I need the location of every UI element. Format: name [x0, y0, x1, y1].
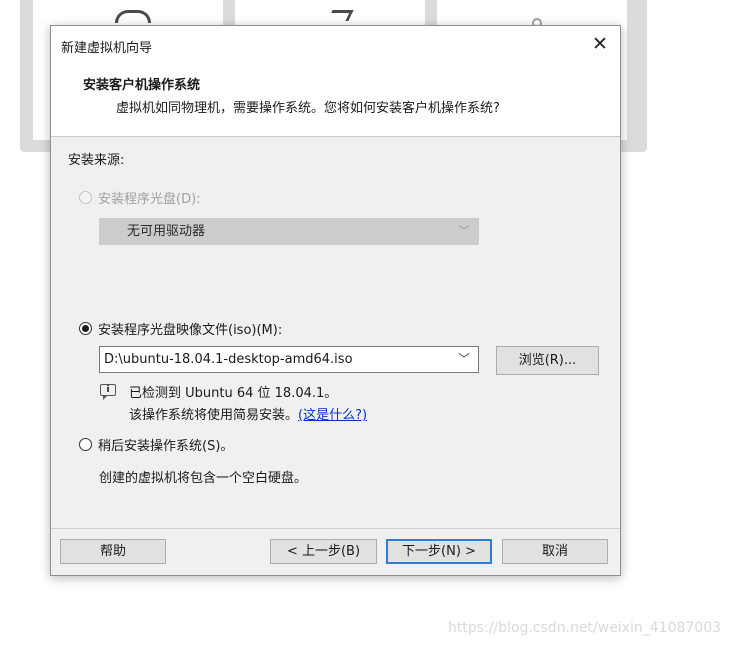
chevron-down-icon: ﹀	[457, 224, 470, 238]
easy-install-text: 该操作系统将使用简易安装。(这是什么?)	[129, 404, 367, 423]
background-icon	[115, 10, 151, 23]
header-title: 安装客户机操作系统	[83, 78, 201, 93]
what-is-this-link[interactable]: (这是什么?)	[298, 408, 367, 423]
help-button[interactable]: 帮助	[60, 539, 166, 564]
header-subtitle: 虚拟机如同物理机，需要操作系统。您将如何安装客户机操作系统?	[116, 101, 500, 116]
cancel-button[interactable]: 取消	[502, 539, 608, 564]
radio-installer-disc[interactable]: 安装程序光盘(D):	[79, 188, 201, 207]
install-source-label: 安装来源:	[68, 153, 125, 168]
new-vm-wizard-dialog: 新建虚拟机向导 ✕ 安装客户机操作系统 虚拟机如同物理机，需要操作系统。您将如何…	[50, 25, 621, 576]
install-later-description: 创建的虚拟机将包含一个空白硬盘。	[99, 471, 308, 486]
radio-button[interactable]	[79, 191, 92, 204]
drive-select-value: 无可用驱动器	[127, 224, 206, 239]
back-button[interactable]: < 上一步(B)	[270, 539, 377, 564]
info-icon: i	[100, 384, 116, 400]
iso-path-combobox[interactable]: D:\ubuntu-18.04.1-desktop-amd64.iso ﹀	[99, 346, 479, 373]
radio-label: 安装程序光盘映像文件(iso)(M):	[98, 323, 283, 338]
radio-label: 稍后安装操作系统(S)。	[98, 439, 234, 454]
footer-divider	[51, 528, 620, 529]
radio-button-checked[interactable]	[79, 322, 92, 335]
background-icon	[327, 10, 354, 21]
browse-button[interactable]: 浏览(R)...	[496, 346, 599, 375]
radio-install-later[interactable]: 稍后安装操作系统(S)。	[79, 435, 233, 454]
next-button[interactable]: 下一步(N) >	[386, 539, 492, 564]
watermark-text: https://blog.csdn.net/weixin_41087003	[448, 620, 722, 636]
iso-path-value[interactable]: D:\ubuntu-18.04.1-desktop-amd64.iso	[104, 352, 353, 367]
chevron-down-icon[interactable]: ﹀	[457, 347, 470, 372]
close-icon[interactable]: ✕	[586, 30, 614, 58]
radio-label: 安装程序光盘(D):	[98, 192, 201, 207]
wizard-header: 安装客户机操作系统 虚拟机如同物理机，需要操作系统。您将如何安装客户机操作系统?	[51, 61, 620, 137]
radio-iso-image[interactable]: 安装程序光盘映像文件(iso)(M):	[79, 319, 282, 338]
easy-install-label: 该操作系统将使用简易安装。	[129, 408, 299, 423]
drive-select[interactable]: 无可用驱动器 ﹀	[99, 218, 479, 245]
detected-os-text: 已检测到 Ubuntu 64 位 18.04.1。	[129, 386, 338, 401]
window-title: 新建虚拟机向导	[61, 41, 153, 56]
title-bar: 新建虚拟机向导 ✕	[51, 26, 620, 61]
radio-button[interactable]	[79, 438, 92, 451]
